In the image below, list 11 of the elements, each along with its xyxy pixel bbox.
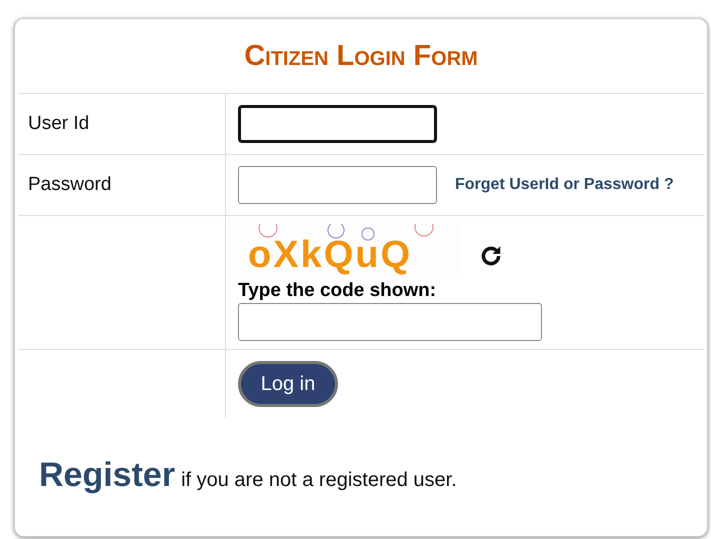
form-title: Citizen Login Form [244,40,478,72]
login-button[interactable]: Log in [238,361,338,407]
register-text: if you are not a registered user. [181,469,457,492]
forgot-link[interactable]: Forget UserId or Password ? [455,176,674,194]
captcha-prompt: Type the code shown: [238,280,438,302]
field-label: Password [28,174,112,195]
register-link[interactable]: Register [39,456,176,495]
captcha-field[interactable] [238,303,542,341]
field-label: User Id [28,113,90,134]
input-field[interactable] [238,166,437,204]
input-field[interactable] [238,105,437,143]
